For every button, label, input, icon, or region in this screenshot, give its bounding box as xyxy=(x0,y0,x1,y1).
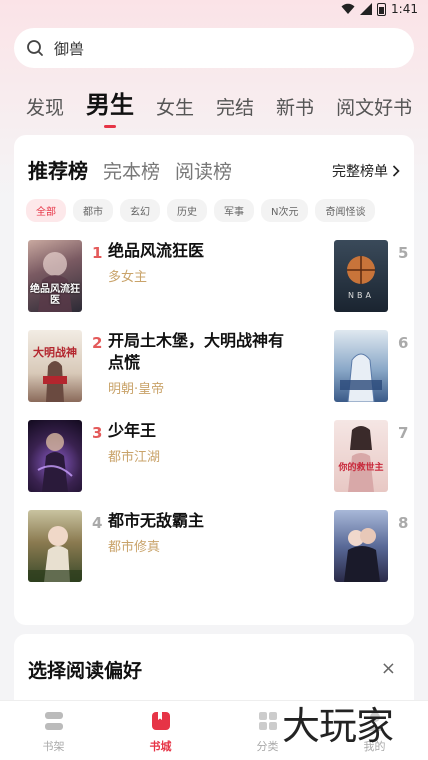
nav-label: 书架 xyxy=(42,740,65,753)
tab-read-rank[interactable]: 阅读榜 xyxy=(175,157,232,184)
rank-number: 6 xyxy=(398,334,409,352)
book-item[interactable]: 绝品风流狂医 1 绝品风流狂医 多女主 xyxy=(28,240,298,312)
book-cover xyxy=(334,510,388,582)
status-time: 1:41 xyxy=(391,2,418,16)
book-item[interactable]: NBA 5 xyxy=(334,240,414,312)
book-title: 开局土木堡，大明战神有点慌 xyxy=(108,331,285,372)
tab-recommend-rank[interactable]: 推荐榜 xyxy=(28,155,88,184)
book-cover xyxy=(28,510,82,582)
nav-label: 分类 xyxy=(256,740,279,753)
tab-male[interactable]: 男生 xyxy=(86,85,134,126)
nav-bookshelf[interactable]: 书架 xyxy=(0,701,107,760)
book-tag: 明朝·皇帝 xyxy=(108,382,165,397)
book-item[interactable]: 3 少年王 都市江湖 xyxy=(28,420,298,492)
bookstore-icon xyxy=(151,712,170,730)
preference-title: 选择阅读偏好 xyxy=(28,660,143,682)
tab-female[interactable]: 女生 xyxy=(156,93,194,126)
book-cover: 大明战神 xyxy=(28,330,82,402)
rank-number: 3 xyxy=(92,424,103,442)
book-tag: 多女主 xyxy=(108,270,148,285)
tab-new[interactable]: 新书 xyxy=(276,93,314,126)
search-bar[interactable]: 御兽 xyxy=(14,28,414,68)
book-cover: NBA xyxy=(334,240,388,312)
tab-finished-rank[interactable]: 完本榜 xyxy=(103,157,160,184)
book-title: 少年王 xyxy=(108,421,157,440)
channel-tabs: 发现 男生 女生 完结 新书 阅文好书 xyxy=(26,86,428,126)
book-tag: 都市修真 xyxy=(108,540,161,555)
tab-discover[interactable]: 发现 xyxy=(26,93,64,126)
book-item[interactable]: 4 都市无敌霸主 都市修真 xyxy=(28,510,298,582)
chip-history[interactable]: 历史 xyxy=(167,199,207,222)
cover-title: 你的救世主 xyxy=(338,463,384,473)
rank-number: 2 xyxy=(92,334,103,352)
book-cover xyxy=(28,420,82,492)
rank-number: 5 xyxy=(398,244,409,262)
book-cover: 你的救世主 xyxy=(334,420,388,492)
cover-title: NBA xyxy=(348,291,374,300)
book-item[interactable]: 你的救世主 7 xyxy=(334,420,414,492)
cover-title: 绝品风流狂医 xyxy=(30,284,80,306)
book-title: 都市无敌霸主 xyxy=(108,511,205,530)
chip-urban[interactable]: 都市 xyxy=(73,199,113,222)
bookshelf-icon xyxy=(44,712,63,730)
book-cover: 绝品风流狂医 xyxy=(28,240,82,312)
tab-finished[interactable]: 完结 xyxy=(216,93,254,126)
book-item[interactable]: 6 xyxy=(334,330,414,402)
close-icon[interactable]: × xyxy=(381,658,396,679)
full-list-link[interactable]: 完整榜单 xyxy=(332,161,400,181)
book-item[interactable]: 大明战神 2 开局土木堡，大明战神有点慌 明朝·皇帝 xyxy=(28,330,298,402)
rank-number: 8 xyxy=(398,514,409,532)
watermark-logo: 大玩家 xyxy=(282,704,394,748)
book-title: 绝品风流狂医 xyxy=(108,241,205,260)
nav-bookstore[interactable]: 书城 xyxy=(107,701,214,760)
chevron-right-icon xyxy=(392,165,400,177)
category-icon xyxy=(258,712,277,730)
book-cover xyxy=(334,330,388,402)
chip-fantasy[interactable]: 玄幻 xyxy=(120,199,160,222)
cover-title: 大明战神 xyxy=(33,346,77,359)
rank-number: 7 xyxy=(398,424,409,442)
chip-all[interactable]: 全部 xyxy=(26,199,66,222)
book-tag: 都市江湖 xyxy=(108,450,161,465)
battery-icon xyxy=(377,2,387,16)
category-chips: 全部 都市 玄幻 历史 军事 N次元 奇闻怪谈 xyxy=(26,199,376,222)
tab-yuewen-good-books[interactable]: 阅文好书 xyxy=(336,93,412,126)
rank-number: 1 xyxy=(92,244,103,262)
signal-icon xyxy=(360,3,373,15)
search-icon xyxy=(27,40,43,56)
chip-n-dimension[interactable]: N次元 xyxy=(261,199,309,222)
status-bar: 1:41 xyxy=(0,0,428,22)
full-list-label: 完整榜单 xyxy=(332,164,388,180)
wifi-icon xyxy=(341,3,355,14)
ranking-card: 推荐榜 完本榜 阅读榜 完整榜单 全部 都市 玄幻 历史 军事 N次元 奇闻怪谈… xyxy=(14,135,414,625)
rank-number: 4 xyxy=(92,514,103,532)
book-item[interactable]: 8 xyxy=(334,510,414,582)
search-input[interactable]: 御兽 xyxy=(54,38,84,59)
chip-strange-tales[interactable]: 奇闻怪谈 xyxy=(315,199,376,222)
chip-military[interactable]: 军事 xyxy=(214,199,254,222)
nav-label: 书城 xyxy=(149,740,172,753)
